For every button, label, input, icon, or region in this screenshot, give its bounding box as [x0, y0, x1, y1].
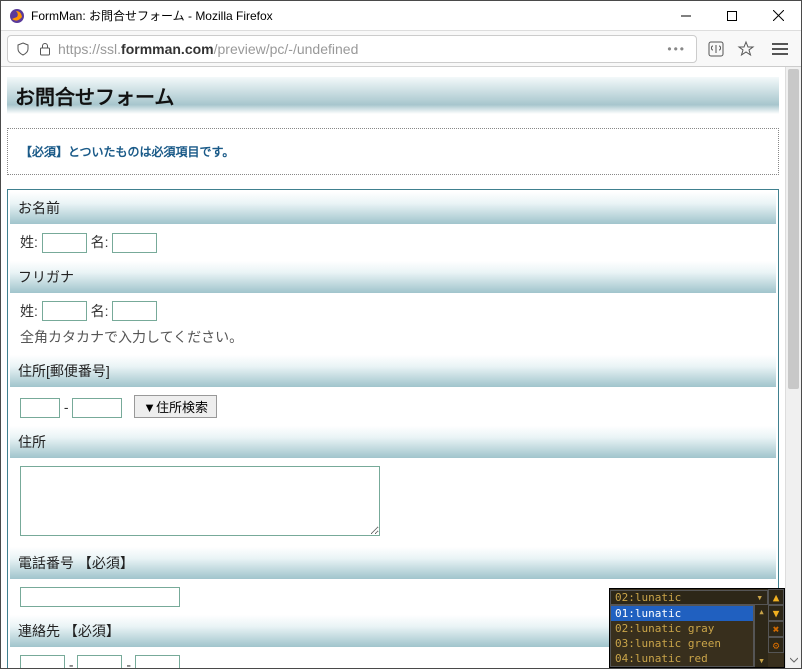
label-kana-sei: 姓: [20, 303, 38, 319]
contact-2-input[interactable] [77, 655, 122, 668]
kana-hint: 全角カタカナで入力してください。 [20, 327, 766, 347]
section-name-header: お名前 [10, 192, 776, 224]
section-kana-body: 姓: 名: 全角カタカナで入力してください。 [10, 293, 776, 356]
url-bar[interactable]: https://ssl.formman.com/preview/pc/-/und… [7, 35, 697, 63]
hamburger-menu-icon[interactable] [765, 34, 795, 64]
postal-sep: - [64, 399, 69, 415]
style-option[interactable]: 04:lunatic red [611, 651, 753, 666]
style-select-value: 02:lunatic [615, 591, 681, 604]
style-settings-button[interactable]: ⚙ [768, 637, 784, 653]
style-list-scrollbar[interactable]: ▴ ▾ [754, 605, 768, 667]
section-name-body: 姓: 名: [10, 224, 776, 261]
phone-input[interactable] [20, 587, 180, 607]
style-option[interactable]: 01:lunatic [611, 606, 753, 621]
browser-toolbar: https://ssl.formman.com/preview/pc/-/und… [1, 31, 801, 67]
page-content: お問合せフォーム 【必須】とついたものは必須項目です。 お名前 姓: 名: フリ… [1, 67, 785, 668]
style-select[interactable]: 02:lunatic ▾ [610, 590, 768, 605]
bookmark-star-icon[interactable] [731, 34, 761, 64]
maximize-button[interactable] [709, 1, 755, 31]
more-icon[interactable]: ••• [667, 42, 686, 56]
page-title: お問合せフォーム [15, 87, 174, 109]
scrollbar-thumb[interactable] [788, 69, 799, 389]
minimize-button[interactable] [663, 1, 709, 31]
close-button[interactable] [755, 1, 801, 31]
section-postal-body: - ▼住所検索 [10, 387, 776, 426]
postal-2-input[interactable] [72, 398, 122, 418]
chevron-down-icon: ▾ [756, 591, 763, 604]
firefox-favicon [9, 8, 25, 24]
scroll-up-icon[interactable]: ▴ [758, 605, 765, 618]
section-phone-header: 電話番号 【必須】 [10, 547, 776, 579]
lock-icon [36, 40, 54, 58]
section-postal-header: 住所[郵便番号] [10, 355, 776, 387]
style-option[interactable]: 03:lunatic green [611, 636, 753, 651]
contact-sep2: - [126, 657, 131, 669]
contact-3-input[interactable] [135, 655, 180, 668]
postal-search-button[interactable]: ▼住所検索 [134, 395, 217, 418]
contact-sep1: - [69, 657, 74, 669]
name-sei-input[interactable] [42, 233, 87, 253]
kana-sei-input[interactable] [42, 301, 87, 321]
style-close-button[interactable]: ✖ [768, 621, 784, 637]
label-kana-mei: 名: [91, 303, 109, 319]
label-mei: 名: [91, 234, 109, 250]
scroll-down-icon[interactable]: ▾ [758, 654, 765, 667]
style-up-button[interactable]: ▲ [768, 589, 784, 605]
section-address-body [10, 458, 776, 547]
shield-icon [14, 40, 32, 58]
style-down-button[interactable]: ▼ [768, 605, 784, 621]
label-sei: 姓: [20, 234, 38, 250]
url-text: https://ssl.formman.com/preview/pc/-/und… [58, 41, 667, 57]
required-note: 【必須】とついたものは必須項目です。 [7, 128, 779, 175]
window-titlebar: FormMan: お問合せフォーム - Mozilla Firefox [1, 1, 801, 31]
section-kana-header: フリガナ [10, 261, 776, 293]
section-address-header: 住所 [10, 426, 776, 458]
page-header: お問合せフォーム [7, 77, 779, 114]
style-option-list: 01:lunatic 02:lunatic gray 03:lunatic gr… [610, 605, 754, 667]
name-mei-input[interactable] [112, 233, 157, 253]
scrollbar-down-icon[interactable] [786, 652, 801, 668]
contact-1-input[interactable] [20, 655, 65, 668]
vertical-scrollbar[interactable] [785, 67, 801, 668]
address-textarea[interactable] [20, 466, 380, 536]
reader-mode-icon[interactable] [701, 34, 731, 64]
postal-1-input[interactable] [20, 398, 60, 418]
style-option[interactable]: 02:lunatic gray [611, 621, 753, 636]
window-title: FormMan: お問合せフォーム - Mozilla Firefox [31, 7, 663, 24]
style-picker-panel: 02:lunatic ▾ ▲ 01:lunatic 02:lunatic gra… [609, 588, 785, 668]
kana-mei-input[interactable] [112, 301, 157, 321]
